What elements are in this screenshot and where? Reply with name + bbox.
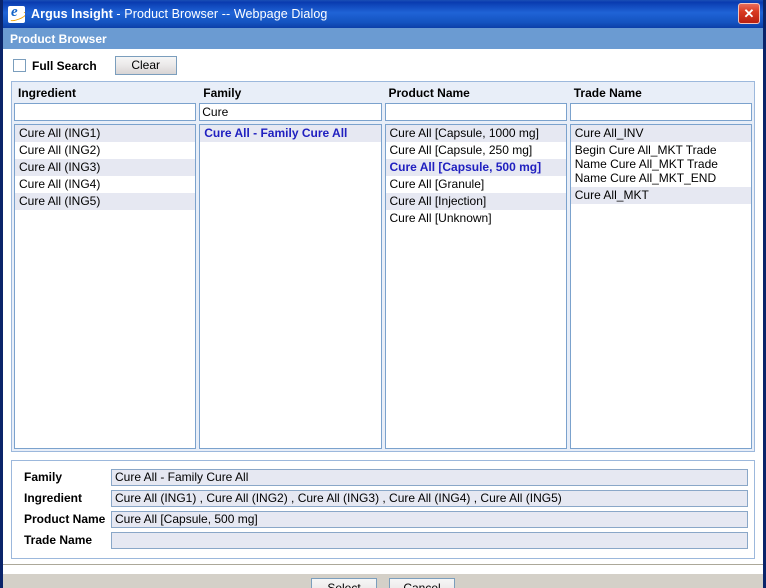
trade-name-list[interactable]: Cure All_INV Begin Cure All_MKT Trade Na…: [569, 124, 752, 449]
list-item[interactable]: Cure All_INV: [570, 125, 751, 142]
full-search-checkbox-wrap[interactable]: Full Search: [13, 59, 97, 73]
ingredient-list[interactable]: Cure All (ING1) Cure All (ING2) Cure All…: [14, 124, 197, 449]
column-trade-name: Trade Name Cure All_INV Begin Cure All_M…: [569, 84, 752, 449]
window-title-app: Argus Insight: [31, 7, 113, 21]
summary-row-family: Family Cure All - Family Cure All: [16, 467, 750, 487]
list-item[interactable]: Cure All (ING5): [15, 193, 196, 210]
cancel-button[interactable]: Cancel: [389, 578, 455, 588]
list-item[interactable]: Cure All_MKT: [570, 187, 751, 204]
product-browser-dialog: Argus Insight - Product Browser -- Webpa…: [0, 0, 766, 588]
column-header-trade-name: Trade Name: [569, 84, 752, 103]
summary-label: Trade Name: [24, 533, 93, 547]
list-item[interactable]: Cure All - Family Cure All: [200, 125, 381, 142]
list-item[interactable]: Begin Cure All_MKT Trade Name Cure All_M…: [571, 142, 751, 187]
page-title: Product Browser: [3, 28, 763, 50]
footer-divider: [3, 559, 763, 565]
trade-name-search-input[interactable]: [569, 103, 752, 121]
list-item[interactable]: Cure All (ING2): [15, 142, 195, 159]
list-item[interactable]: Cure All [Granule]: [386, 176, 566, 193]
select-button[interactable]: Select: [311, 578, 377, 588]
product-name-search-input[interactable]: [384, 103, 567, 121]
summary-label: Product Name: [24, 512, 106, 526]
column-ingredient: Ingredient Cure All (ING1) Cure All (ING…: [14, 84, 197, 449]
dialog-body: Full Search Clear Ingredient Cure All (I…: [3, 50, 763, 588]
summary-value-family: Cure All - Family Cure All: [111, 468, 748, 486]
product-name-list[interactable]: Cure All [Capsule, 1000 mg] Cure All [Ca…: [384, 124, 567, 449]
window-title-rest: - Product Browser -- Webpage Dialog: [112, 7, 328, 21]
summary-value-product-name: Cure All [Capsule, 500 mg]: [111, 510, 748, 528]
selection-summary: Family Cure All - Family Cure All Ingred…: [11, 460, 755, 559]
full-search-checkbox[interactable]: [13, 59, 26, 72]
full-search-label: Full Search: [32, 58, 97, 73]
column-family: Family Cure All - Family Cure All: [199, 84, 382, 449]
close-icon[interactable]: ✕: [738, 3, 760, 24]
list-item[interactable]: Cure All [Unknown]: [386, 210, 566, 227]
family-list[interactable]: Cure All - Family Cure All: [199, 124, 382, 449]
list-item[interactable]: Cure All (ING4): [15, 176, 195, 193]
column-header-family: Family: [199, 84, 382, 103]
column-header-ingredient: Ingredient: [14, 84, 197, 103]
window-title: Argus Insight - Product Browser -- Webpa…: [31, 7, 327, 21]
search-toolbar: Full Search Clear: [3, 50, 763, 76]
ie-browser-icon: [8, 5, 25, 23]
summary-label: Ingredient: [24, 491, 83, 505]
clear-button[interactable]: Clear: [114, 56, 177, 75]
family-search-input[interactable]: [199, 103, 382, 121]
summary-row-trade-name: Trade Name: [16, 530, 750, 550]
list-item[interactable]: Cure All [Injection]: [385, 193, 566, 210]
summary-label: Family: [24, 470, 63, 484]
list-item[interactable]: Cure All [Capsule, 500 mg]: [385, 159, 566, 176]
ingredient-search-input[interactable]: [14, 103, 197, 121]
summary-value-ingredient: Cure All (ING1) , Cure All (ING2) , Cure…: [111, 489, 748, 507]
window-titlebar: Argus Insight - Product Browser -- Webpa…: [3, 0, 763, 28]
dialog-footer: Select Cancel: [3, 573, 763, 588]
column-product-name: Product Name Cure All [Capsule, 1000 mg]…: [384, 84, 567, 449]
summary-row-ingredient: Ingredient Cure All (ING1) , Cure All (I…: [16, 488, 750, 508]
summary-row-product-name: Product Name Cure All [Capsule, 500 mg]: [16, 509, 750, 529]
list-item[interactable]: Cure All (ING3): [15, 159, 196, 176]
summary-value-trade-name: [111, 531, 748, 549]
browser-columns: Ingredient Cure All (ING1) Cure All (ING…: [11, 81, 755, 452]
list-item[interactable]: Cure All [Capsule, 1000 mg]: [385, 125, 566, 142]
list-item[interactable]: Cure All (ING1): [15, 125, 196, 142]
list-item[interactable]: Cure All [Capsule, 250 mg]: [386, 142, 566, 159]
column-header-product-name: Product Name: [384, 84, 567, 103]
